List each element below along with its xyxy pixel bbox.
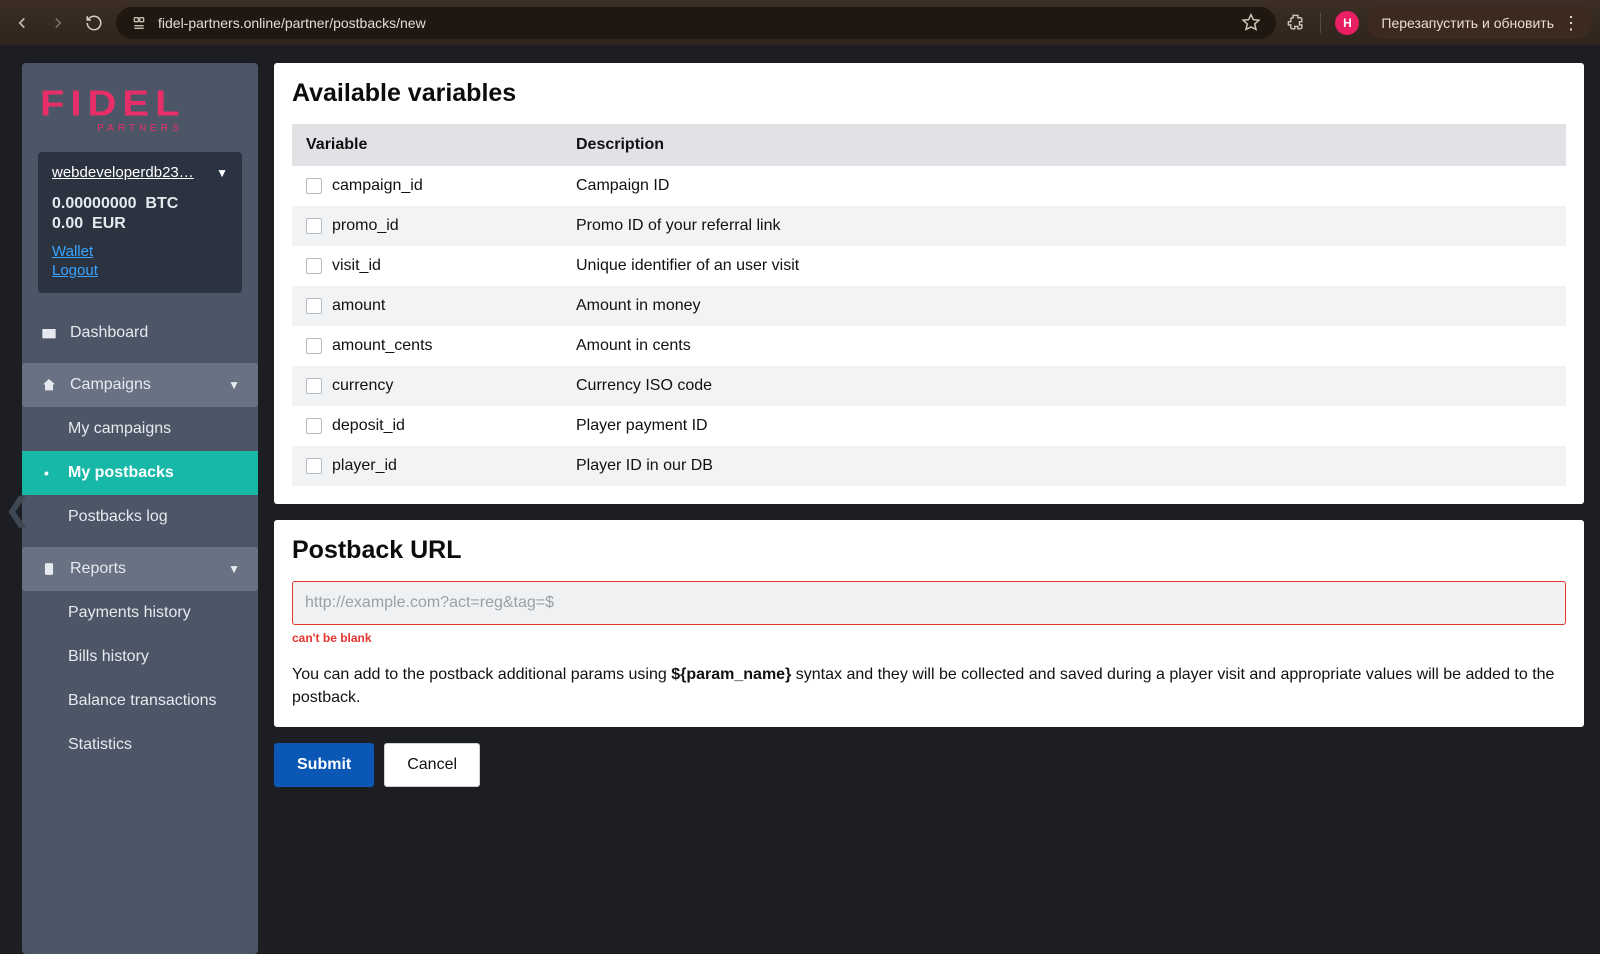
sidebar-item-label: Campaigns xyxy=(70,376,151,394)
hint-text: You can add to the postback additional p… xyxy=(292,663,1566,709)
balance-eur: 0.00 EUR xyxy=(52,215,228,233)
logo: FIDEL PARTNERS xyxy=(22,63,258,142)
sidebar-item-label: Dashboard xyxy=(70,324,148,342)
bookmark-icon[interactable] xyxy=(1240,12,1262,34)
btc-label: BTC xyxy=(145,195,178,212)
table-row: promo_id Promo ID of your referral link xyxy=(292,206,1566,246)
cancel-button[interactable]: Cancel xyxy=(384,743,480,787)
table-row: player_id Player ID in our DB xyxy=(292,446,1566,486)
dashboard-icon xyxy=(40,325,58,341)
variable-description: Player ID in our DB xyxy=(562,446,1566,486)
variable-description: Currency ISO code xyxy=(562,366,1566,406)
sidebar-subitem-my-postbacks[interactable]: My postbacks xyxy=(22,451,258,495)
variable-name: promo_id xyxy=(332,217,399,234)
user-name: webdeveloperdb23… xyxy=(52,164,194,181)
nav: Dashboard Campaigns ▼ My campaigns My po… xyxy=(22,311,258,767)
variable-name: player_id xyxy=(332,457,397,474)
variable-description: Promo ID of your referral link xyxy=(562,206,1566,246)
variable-name: campaign_id xyxy=(332,177,423,194)
btc-amount: 0.00000000 xyxy=(52,195,137,212)
browser-chrome: fidel-partners.online/partner/postbacks/… xyxy=(0,0,1600,45)
wallet-link[interactable]: Wallet xyxy=(52,243,228,260)
col-description: Description xyxy=(562,124,1566,166)
sidebar-subitem-balance-transactions[interactable]: Balance transactions xyxy=(22,679,258,723)
variables-table: Variable Description campaign_id Campaign… xyxy=(292,124,1566,486)
chevron-down-icon: ▼ xyxy=(228,562,240,576)
back-button[interactable] xyxy=(8,9,36,37)
checkbox[interactable] xyxy=(306,378,322,394)
error-message: can't be blank xyxy=(292,631,1566,645)
variable-name: amount xyxy=(332,297,385,314)
postback-url-input[interactable] xyxy=(292,581,1566,625)
logo-sub: PARTNERS xyxy=(40,123,240,134)
eur-amount: 0.00 xyxy=(52,215,83,232)
variable-description: Amount in money xyxy=(562,286,1566,326)
checkbox[interactable] xyxy=(306,178,322,194)
profile-avatar[interactable]: Н xyxy=(1335,11,1359,35)
balance-btc: 0.00000000 BTC xyxy=(52,195,228,213)
submit-button[interactable]: Submit xyxy=(274,743,374,787)
sidebar-item-reports[interactable]: Reports ▼ xyxy=(22,547,258,591)
divider xyxy=(1320,13,1321,33)
relaunch-update-button[interactable]: Перезапустить и обновить ⋮ xyxy=(1367,7,1592,39)
sidebar-subitem-statistics[interactable]: Statistics xyxy=(22,723,258,767)
variable-name: amount_cents xyxy=(332,337,433,354)
variable-description: Amount in cents xyxy=(562,326,1566,366)
table-row: visit_id Unique identifier of an user vis… xyxy=(292,246,1566,286)
reload-button[interactable] xyxy=(80,9,108,37)
card-title: Postback URL xyxy=(292,536,1566,565)
collapse-handle-icon[interactable]: ❮ xyxy=(4,490,31,528)
checkbox[interactable] xyxy=(306,298,322,314)
available-variables-card: Available variables Variable Description… xyxy=(274,63,1584,504)
card-title: Available variables xyxy=(292,79,1566,108)
relaunch-update-label: Перезапустить и обновить xyxy=(1381,15,1554,31)
sidebar-item-dashboard[interactable]: Dashboard xyxy=(22,311,258,355)
col-variable: Variable xyxy=(292,124,562,166)
variable-name: currency xyxy=(332,377,393,394)
sidebar-subitem-bills-history[interactable]: Bills history xyxy=(22,635,258,679)
sidebar-subitem-my-campaigns[interactable]: My campaigns xyxy=(22,407,258,451)
address-bar[interactable]: fidel-partners.online/partner/postbacks/… xyxy=(116,7,1276,39)
variable-description: Campaign ID xyxy=(562,166,1566,206)
table-row: currency Currency ISO code xyxy=(292,366,1566,406)
user-dropdown[interactable]: webdeveloperdb23… ▼ xyxy=(52,164,228,181)
sidebar: FIDEL PARTNERS webdeveloperdb23… ▼ 0.000… xyxy=(22,63,258,954)
sidebar-item-campaigns[interactable]: Campaigns ▼ xyxy=(22,363,258,407)
table-row: deposit_id Player payment ID xyxy=(292,406,1566,446)
postback-url-card: Postback URL can't be blank You can add … xyxy=(274,520,1584,727)
checkbox[interactable] xyxy=(306,458,322,474)
reports-icon xyxy=(40,561,58,577)
action-buttons: Submit Cancel xyxy=(274,743,1584,787)
checkbox[interactable] xyxy=(306,218,322,234)
variable-name: visit_id xyxy=(332,257,381,274)
variable-description: Player payment ID xyxy=(562,406,1566,446)
sidebar-subitem-postbacks-log[interactable]: Postbacks log xyxy=(22,495,258,539)
url-text: fidel-partners.online/partner/postbacks/… xyxy=(158,15,1230,31)
site-settings-icon[interactable] xyxy=(130,14,148,32)
menu-dots-icon[interactable]: ⋮ xyxy=(1562,14,1580,32)
sidebar-subitem-payments-history[interactable]: Payments history xyxy=(22,591,258,635)
eur-label: EUR xyxy=(92,215,126,232)
user-box: webdeveloperdb23… ▼ 0.00000000 BTC 0.00 … xyxy=(38,152,242,293)
chevron-down-icon: ▼ xyxy=(228,378,240,392)
checkbox[interactable] xyxy=(306,418,322,434)
table-row: amount Amount in money xyxy=(292,286,1566,326)
table-row: amount_cents Amount in cents xyxy=(292,326,1566,366)
logo-main: FIDEL xyxy=(40,87,240,121)
extensions-icon[interactable] xyxy=(1284,12,1306,34)
table-row: campaign_id Campaign ID xyxy=(292,166,1566,206)
hint-pre: You can add to the postback additional p… xyxy=(292,666,671,683)
checkbox[interactable] xyxy=(306,338,322,354)
logout-link[interactable]: Logout xyxy=(52,262,228,279)
sidebar-item-label: Reports xyxy=(70,560,126,578)
chevron-down-icon: ▼ xyxy=(216,166,228,180)
checkbox[interactable] xyxy=(306,258,322,274)
hint-bold: ${param_name} xyxy=(671,666,791,683)
forward-button[interactable] xyxy=(44,9,72,37)
main-content: Available variables Variable Description… xyxy=(274,63,1586,954)
campaigns-icon xyxy=(40,377,58,393)
variable-description: Unique identifier of an user visit xyxy=(562,246,1566,286)
variable-name: deposit_id xyxy=(332,417,405,434)
